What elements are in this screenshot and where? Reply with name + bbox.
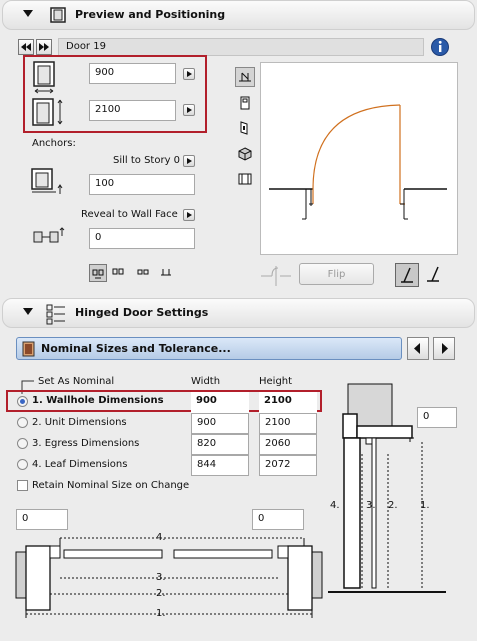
unit-radio[interactable] — [17, 417, 28, 428]
unit-height-input[interactable]: 2100 — [259, 413, 317, 434]
fast-forward-icon — [39, 43, 49, 51]
anchor-mode-1-button[interactable] — [89, 264, 107, 282]
egress-width-input[interactable]: 820 — [191, 434, 249, 455]
arrow-left-icon — [414, 343, 420, 354]
side-view-icon[interactable] — [237, 120, 253, 136]
section-label-1: 1. — [420, 500, 430, 511]
info-icon[interactable] — [430, 37, 450, 57]
reveal-input[interactable]: 0 — [89, 228, 195, 249]
prev-page-button[interactable] — [407, 337, 429, 360]
3d-view-icon[interactable] — [237, 146, 253, 162]
height-dropdown-button[interactable] — [183, 104, 195, 116]
settings-page-select[interactable]: Nominal Sizes and Tolerance... — [16, 337, 402, 360]
section-label-2: 2. — [388, 500, 398, 511]
width-dropdown-button[interactable] — [183, 68, 195, 80]
preview-panel-icon — [50, 7, 66, 23]
opening-side-right-button[interactable] — [422, 263, 446, 287]
collapse-triangle-icon[interactable] — [23, 10, 33, 17]
next-page-button[interactable] — [433, 337, 455, 360]
arrow-right-icon — [442, 343, 448, 354]
leaf-radio[interactable] — [17, 459, 28, 470]
height-input[interactable]: 2100 — [89, 100, 176, 121]
next-door-button[interactable] — [36, 39, 52, 55]
door-name-field[interactable]: Door 19 — [58, 38, 424, 56]
wallhole-width-input[interactable]: 900 — [191, 392, 249, 413]
anchors-label: Anchors: — [32, 138, 76, 149]
sill-dropdown-button[interactable] — [183, 155, 195, 167]
wallhole-radio[interactable] — [17, 396, 28, 407]
flip-button[interactable]: Flip — [299, 263, 374, 285]
height-column-header: Height — [259, 376, 293, 387]
anchor-mode-4-icon — [161, 269, 171, 276]
leaf-width-input[interactable]: 844 — [191, 455, 249, 476]
sill-input[interactable]: 100 — [89, 174, 195, 195]
settings-panel-icon — [46, 304, 65, 325]
door-name-text: Door 19 — [66, 41, 106, 52]
plan-label-1: 1. — [156, 608, 166, 619]
section-label-4: 4. — [330, 500, 340, 511]
wallhole-height-input[interactable]: 2100 — [259, 392, 317, 413]
height-dimension-icon — [32, 98, 63, 126]
collapse-triangle-icon[interactable] — [23, 308, 33, 315]
preview-positioning-header[interactable]: Preview and Positioning — [2, 0, 475, 30]
anchor-mode-3-button[interactable] — [136, 264, 154, 282]
anchor-mode-2-icon — [112, 268, 124, 275]
rewind-icon — [21, 43, 31, 51]
elevation-view-icon[interactable] — [237, 95, 253, 111]
egress-radio[interactable] — [17, 438, 28, 449]
width-column-header: Width — [191, 376, 221, 387]
opening-side-left-button[interactable] — [395, 263, 419, 287]
settings-page-label: Nominal Sizes and Tolerance... — [41, 342, 231, 355]
door-preview-canvas — [260, 62, 458, 255]
section-label-3: 3. — [366, 500, 376, 511]
right-tolerance-input[interactable]: 0 — [252, 509, 304, 530]
plan-label-4: 4. — [156, 532, 166, 543]
anchor-mode-2-button[interactable] — [110, 264, 128, 282]
anchor-mode-4-button[interactable] — [158, 264, 176, 282]
section-tolerance-input[interactable]: 0 — [417, 407, 457, 428]
width-input[interactable]: 900 — [89, 63, 176, 84]
sill-label: Sill to Story 0 — [113, 155, 181, 166]
section-view-icon[interactable] — [236, 171, 254, 187]
door-swing-left-icon — [401, 267, 413, 283]
reveal-dropdown-button[interactable] — [183, 209, 195, 221]
set-as-nominal-label: Set As Nominal — [38, 376, 115, 387]
left-tolerance-input[interactable]: 0 — [16, 509, 68, 530]
reveal-label: Reveal to Wall Face — [81, 209, 178, 220]
settings-section-title: Hinged Door Settings — [75, 306, 209, 319]
door-page-icon — [22, 341, 35, 357]
hinged-door-settings-header[interactable]: Hinged Door Settings — [2, 298, 475, 328]
width-dimension-icon — [33, 61, 55, 94]
plan-label-2: 2. — [156, 588, 166, 599]
wallhole-label: 1. Wallhole Dimensions — [32, 395, 164, 406]
door-swing-right-icon — [427, 266, 439, 282]
plan-dimension-diagram: 4. 3. 2. 1. — [14, 532, 324, 624]
anchor-mode-3-icon — [137, 269, 149, 275]
plan-view-toggle[interactable] — [235, 67, 255, 87]
anchor-mode-1-icon — [92, 269, 104, 279]
leaf-height-input[interactable]: 2072 — [259, 455, 317, 476]
unit-label: 2. Unit Dimensions — [32, 417, 127, 428]
retain-nominal-label: Retain Nominal Size on Change — [32, 480, 190, 491]
reveal-anchor-icon — [33, 227, 65, 243]
sill-anchor-icon — [31, 168, 63, 194]
door-plan-dimension-drawing — [15, 537, 323, 618]
prev-door-button[interactable] — [18, 39, 34, 55]
egress-height-input[interactable]: 2060 — [259, 434, 317, 455]
mirror-icon — [261, 266, 291, 286]
egress-label: 3. Egress Dimensions — [32, 438, 140, 449]
plan-view-icon — [239, 72, 251, 82]
preview-section-title: Preview and Positioning — [75, 8, 226, 21]
leaf-label: 4. Leaf Dimensions — [32, 459, 128, 470]
retain-nominal-checkbox[interactable] — [17, 480, 28, 491]
door-plan-drawing — [269, 104, 447, 220]
plan-label-3: 3. — [156, 572, 166, 583]
unit-width-input[interactable]: 900 — [191, 413, 249, 434]
